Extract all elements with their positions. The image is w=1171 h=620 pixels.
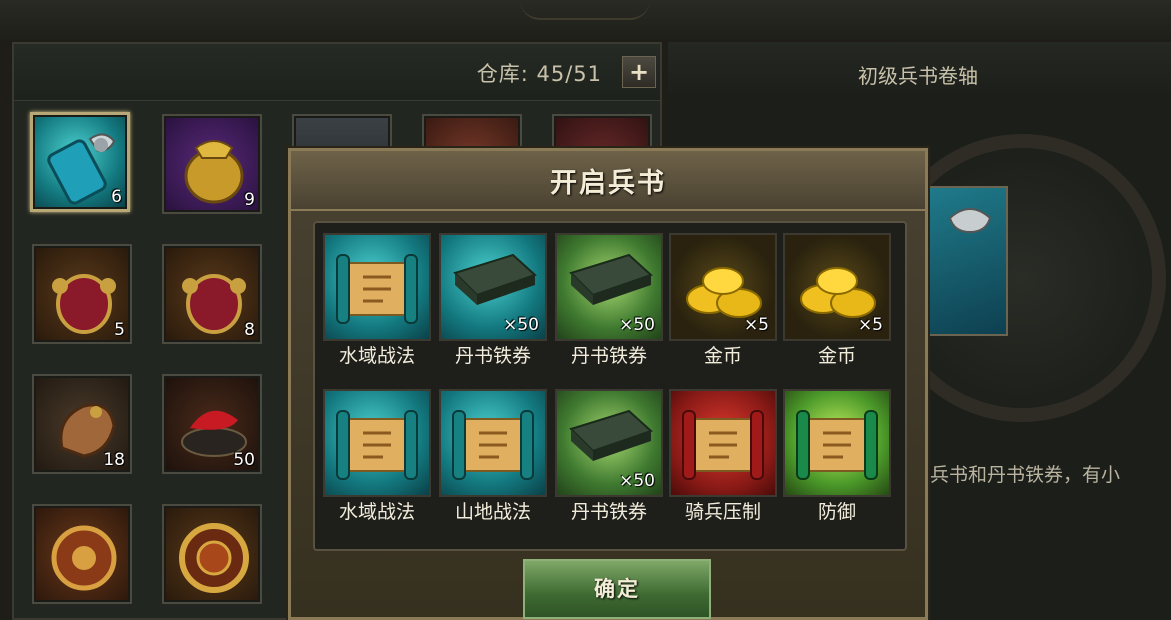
item-count: 5 (114, 320, 125, 340)
inventory-slot[interactable]: 50 (162, 374, 262, 474)
dialog-title-bar: 开启兵书 (291, 151, 925, 211)
item-count: 50 (233, 450, 255, 470)
green-scroll-icon (783, 389, 891, 497)
inventory-capacity: 仓库: 45/51 (476, 62, 602, 86)
gold-ingot-icon: ×5 (783, 233, 891, 341)
teal-scroll-icon (323, 233, 431, 341)
top-ornament (520, 0, 650, 20)
inventory-slot[interactable] (32, 504, 132, 604)
reward-name: 丹书铁券 (570, 501, 647, 523)
item-count: 8 (244, 320, 255, 340)
reward-item[interactable]: ×50 丹书铁券 (555, 233, 663, 367)
inventory-slot[interactable]: 6 (30, 112, 130, 212)
reward-name: 金币 (703, 345, 742, 367)
reward-name: 金币 (817, 345, 856, 367)
reward-item[interactable]: ×5 金币 (783, 233, 891, 367)
top-bar (0, 0, 1171, 40)
reward-quantity: ×50 (619, 315, 655, 335)
item-count: 9 (244, 190, 255, 210)
iron-tablet-icon: ×50 (555, 233, 663, 341)
open-book-dialog: 开启兵书 水域战法 ×50 丹书铁券 ×50 丹书铁券 ×5 金币 ×5 金币 … (288, 148, 928, 620)
reward-quantity: ×5 (857, 315, 883, 335)
reward-name: 山地战法 (454, 501, 531, 523)
teal-scroll-icon (323, 389, 431, 497)
reward-item[interactable]: ×50 丹书铁券 (555, 389, 663, 523)
reward-quantity: ×50 (619, 471, 655, 491)
reward-quantity: ×50 (503, 315, 539, 335)
confirm-button[interactable]: 确定 (523, 559, 711, 619)
reward-name: 防御 (817, 501, 856, 523)
reward-name: 丹书铁券 (454, 345, 531, 367)
inventory-slot[interactable]: 9 (162, 114, 262, 214)
dialog-title: 开启兵书 (550, 168, 666, 199)
scroll-preview-icon (928, 186, 1008, 336)
teal-scroll-icon (439, 389, 547, 497)
reward-name: 水域战法 (338, 501, 415, 523)
expand-inventory-button[interactable]: + (622, 56, 656, 88)
inventory-header: 仓库: 45/51 + (14, 44, 660, 101)
iron-tablet-icon: ×50 (439, 233, 547, 341)
detail-title-bar: 初级兵书卷轴 (668, 42, 1171, 98)
reward-item[interactable]: 水域战法 (323, 233, 431, 367)
reward-name: 丹书铁券 (570, 345, 647, 367)
inventory-slot[interactable]: 5 (32, 244, 132, 344)
inventory-slot[interactable]: 8 (162, 244, 262, 344)
item-count: 18 (103, 450, 125, 470)
reward-name: 骑兵压制 (684, 501, 761, 523)
item-description: 兵书和丹书铁券，有小 (930, 464, 1121, 486)
red-scroll-icon (669, 389, 777, 497)
iron-tablet-icon: ×50 (555, 389, 663, 497)
reward-item[interactable]: 骑兵压制 (669, 389, 777, 523)
ornament-icon (166, 508, 258, 600)
reward-grid: 水域战法 ×50 丹书铁券 ×50 丹书铁券 ×5 金币 ×5 金币 水域战法 … (313, 221, 907, 551)
reward-item[interactable]: ×5 金币 (669, 233, 777, 367)
ornament-icon (36, 508, 128, 600)
inventory-slot[interactable]: 18 (32, 374, 132, 474)
reward-name: 水域战法 (338, 345, 415, 367)
item-count: 6 (111, 187, 122, 207)
gold-ingot-icon: ×5 (669, 233, 777, 341)
reward-item[interactable]: 山地战法 (439, 389, 547, 523)
reward-item[interactable]: ×50 丹书铁券 (439, 233, 547, 367)
reward-quantity: ×5 (743, 315, 769, 335)
reward-item[interactable]: 防御 (783, 389, 891, 523)
reward-item[interactable]: 水域战法 (323, 389, 431, 523)
item-name: 初级兵书卷轴 (858, 64, 978, 88)
inventory-slot[interactable] (162, 504, 262, 604)
